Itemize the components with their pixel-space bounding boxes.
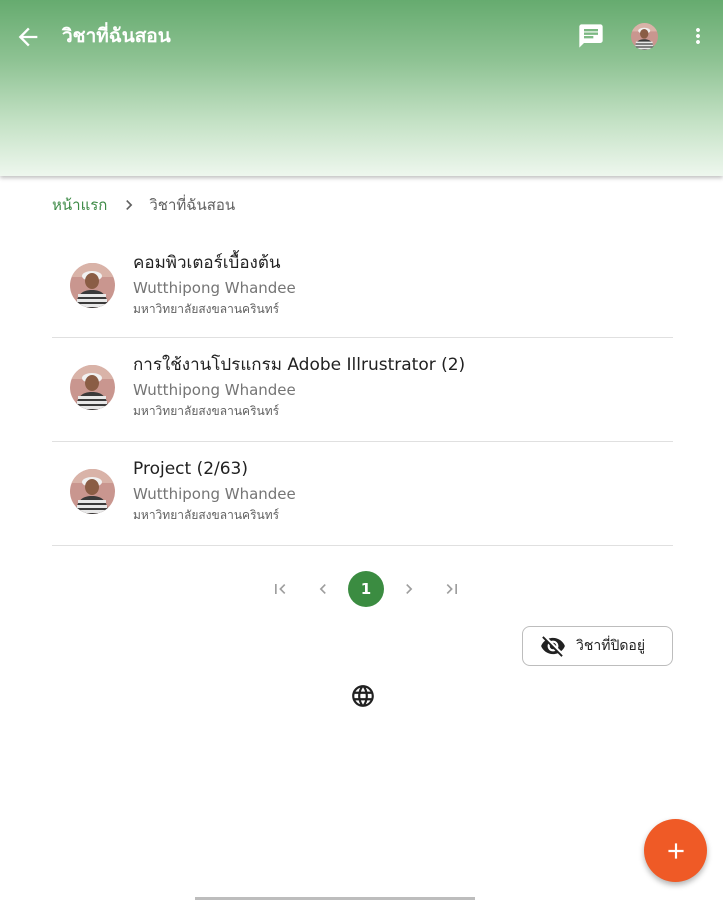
course-text: คอมพิวเตอร์เบื้องต้น Wutthipong Whandee … — [133, 252, 296, 318]
last-page-icon — [446, 584, 457, 594]
pagination: 1 — [262, 571, 477, 607]
course-teacher: Wutthipong Whandee — [133, 279, 296, 297]
breadcrumb-current: วิชาที่ฉันสอน — [149, 196, 236, 214]
course-school: มหาวิทยาลัยสงขลานครินทร์ — [133, 404, 280, 418]
chevron-right-icon — [406, 584, 413, 594]
breadcrumb-home-link[interactable]: หน้าแรก — [52, 193, 107, 217]
course-item[interactable]: การใช้งานโปรแกรม Adobe Illrustrator (2) … — [52, 338, 673, 442]
back-button[interactable] — [14, 23, 42, 51]
breadcrumb: หน้าแรก วิชาที่ฉันสอน — [52, 193, 235, 217]
app-header: วิชาที่ฉันสอน — [0, 0, 723, 176]
course-text: การใช้งานโปรแกรม Adobe Illrustrator (2) … — [133, 354, 465, 420]
chevron-right-icon — [126, 200, 133, 210]
avatar-image — [631, 23, 658, 50]
course-school: มหาวิทยาลัยสงขลานครินทร์ — [133, 302, 280, 316]
previous-page-button[interactable] — [305, 571, 341, 607]
last-page-button[interactable] — [434, 571, 470, 607]
page-title: วิชาที่ฉันสอน — [62, 25, 171, 47]
course-title: การใช้งานโปรแกรม Adobe Illrustrator (2) — [133, 355, 466, 375]
visibility-off-icon — [541, 636, 565, 657]
course-teacher: Wutthipong Whandee — [133, 381, 296, 399]
course-teacher: Wutthipong Whandee — [133, 485, 296, 503]
language-button[interactable] — [350, 683, 376, 709]
chevron-left-icon — [319, 584, 326, 594]
plus-icon — [667, 842, 684, 859]
arrow-back-icon — [18, 27, 38, 47]
course-text: Project (2/63) Wutthipong Whandee มหาวิท… — [133, 458, 296, 524]
teacher-avatar — [70, 469, 115, 514]
message-button[interactable] — [577, 22, 605, 50]
course-title: Project (2/63) — [133, 459, 249, 479]
more-vert-icon — [696, 28, 700, 44]
course-list: คอมพิวเตอร์เบื้องต้น Wutthipong Whandee … — [52, 236, 673, 546]
globe-icon — [352, 685, 374, 707]
closed-courses-label: วิชาที่ปิดอยู่ — [576, 638, 646, 654]
course-item[interactable]: คอมพิวเตอร์เบื้องต้น Wutthipong Whandee … — [52, 236, 673, 338]
message-icon — [579, 24, 603, 48]
course-school: มหาวิทยาลัยสงขลานครินทร์ — [133, 508, 280, 522]
current-page[interactable]: 1 — [348, 571, 384, 607]
course-item[interactable]: Project (2/63) Wutthipong Whandee มหาวิท… — [52, 442, 673, 546]
first-page-icon — [275, 584, 286, 594]
course-title: คอมพิวเตอร์เบื้องต้น — [133, 253, 281, 273]
teacher-avatar — [70, 263, 115, 308]
first-page-button[interactable] — [262, 571, 298, 607]
closed-courses-button[interactable]: วิชาที่ปิดอยู่ — [522, 626, 673, 666]
more-options-button[interactable] — [686, 22, 710, 50]
add-course-fab[interactable] — [644, 819, 707, 882]
teacher-avatar — [70, 365, 115, 410]
next-page-button[interactable] — [391, 571, 427, 607]
user-avatar[interactable] — [631, 23, 658, 50]
